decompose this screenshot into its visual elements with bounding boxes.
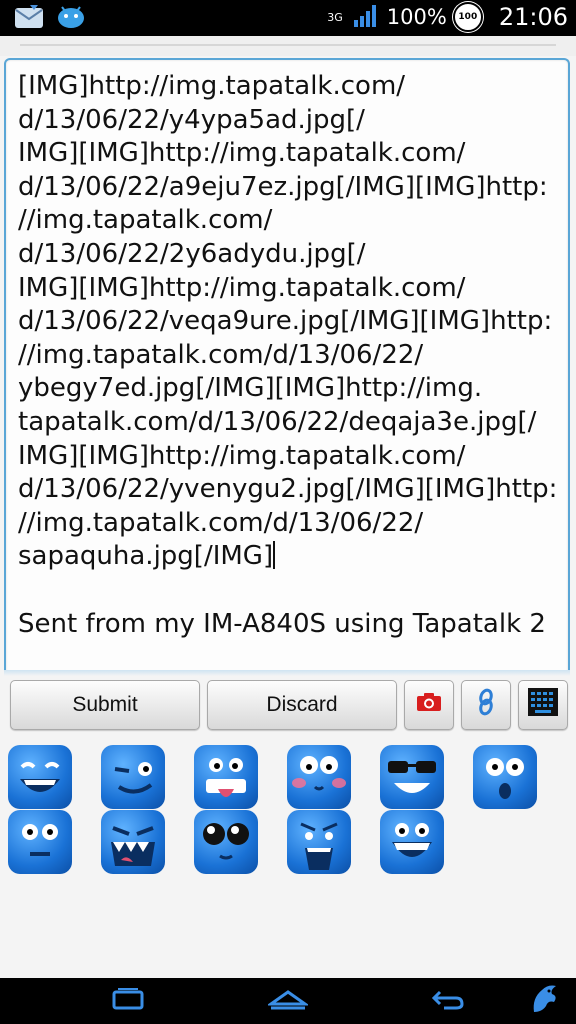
editor-content[interactable]: [IMG]http://img.tapatalk.com/ d/13/06/22… xyxy=(18,70,558,641)
discard-button[interactable]: Discard xyxy=(207,680,397,730)
message-editor[interactable]: [IMG]http://img.tapatalk.com/ d/13/06/22… xyxy=(4,58,570,674)
home-icon[interactable] xyxy=(266,986,310,1016)
message-body: [IMG]http://img.tapatalk.com/ d/13/06/22… xyxy=(18,71,558,572)
emoticon-winking[interactable] xyxy=(101,745,165,809)
android-icon xyxy=(56,4,86,34)
signal-icon xyxy=(353,2,381,32)
emoticon-shocked[interactable] xyxy=(287,810,351,874)
text-cursor xyxy=(273,541,276,570)
signature-text: Sent from my IM-A840S using Tapatalk 2 xyxy=(18,608,546,639)
clock: 21:06 xyxy=(498,3,568,31)
emoticon-staring[interactable] xyxy=(8,810,72,874)
header-strip xyxy=(0,36,576,56)
emoticon-angry-teeth[interactable] xyxy=(101,810,165,874)
battery-percent: 100% xyxy=(386,5,447,29)
camera-icon xyxy=(416,692,442,718)
recent-apps-icon[interactable] xyxy=(112,986,146,1016)
emoticon-sunglasses[interactable] xyxy=(380,745,444,809)
link-icon xyxy=(475,688,497,722)
keyboard-toggle-button[interactable] xyxy=(518,680,568,730)
submit-button[interactable]: Submit xyxy=(10,680,200,730)
attach-link-button[interactable] xyxy=(461,680,511,730)
emoticon-blushing[interactable] xyxy=(287,745,351,809)
camera-button[interactable] xyxy=(404,680,454,730)
navigation-bar xyxy=(0,978,576,1024)
status-bar: 3G 100% 100 21:06 xyxy=(0,0,576,36)
network-type: 3G xyxy=(327,10,343,24)
emoticon-tongue-out[interactable] xyxy=(194,745,258,809)
emoticon-wide-eyes[interactable] xyxy=(194,810,258,874)
back-icon[interactable] xyxy=(430,986,466,1016)
action-bar: Submit Discard xyxy=(10,680,570,730)
emoticon-laughing[interactable] xyxy=(8,745,72,809)
emoticon-surprised[interactable] xyxy=(473,745,537,809)
battery-badge-icon: 100 xyxy=(452,2,483,32)
editor-bottom-shadow xyxy=(4,670,570,676)
dragon-logo-icon[interactable] xyxy=(528,982,560,1020)
keyboard-icon xyxy=(527,687,559,723)
email-icon xyxy=(14,4,44,34)
emoticon-grinning[interactable] xyxy=(380,810,444,874)
